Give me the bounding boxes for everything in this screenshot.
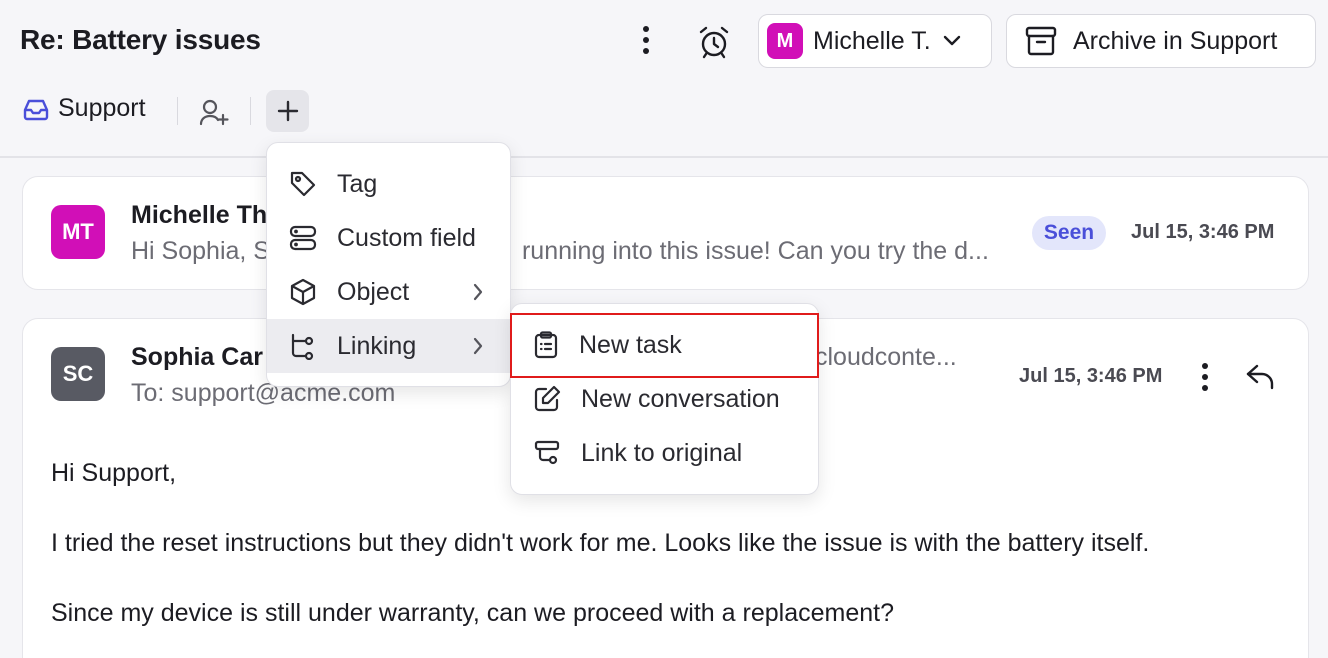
header-divider [0,156,1328,158]
archive-button[interactable]: Archive in Support [1006,14,1316,68]
linking-submenu: New task New conversation Link to origin… [510,303,819,495]
divider [177,97,178,125]
preview-text-end: running into this issue! Can you try the… [521,237,989,265]
menu-item-custom-field[interactable]: Custom field [267,211,510,265]
sender-name: Sophia Car [131,343,263,371]
divider [250,97,251,125]
preview-text-start: Hi Sophia, S [131,237,270,265]
menu-item-label: New conversation [581,384,780,413]
conversation-title: Re: Battery issues [20,24,261,55]
sender-name: Michelle Th [131,201,268,229]
assignee-name: Michelle T. [813,26,931,55]
linking-icon [289,332,317,360]
inbox-label: Support [58,94,146,122]
add-participant-icon[interactable] [196,94,232,130]
menu-item-object[interactable]: Object [267,265,510,319]
sender-email: cloudconte... [814,343,957,371]
archive-icon [1025,26,1057,56]
message-timestamp: Jul 15, 3:46 PM [1019,365,1163,387]
menu-item-label: New task [579,330,682,359]
add-button[interactable] [266,90,309,132]
chevron-right-icon [472,282,484,302]
message-more-icon[interactable] [1193,357,1217,397]
link-original-icon [533,439,561,467]
plus-icon [277,100,299,122]
menu-item-linking[interactable]: Linking [267,319,510,373]
more-options-icon[interactable] [630,22,662,58]
reply-icon[interactable] [1243,359,1279,395]
avatar: MT [51,205,105,259]
menu-item-tag[interactable]: Tag [267,157,510,211]
tag-icon [289,170,317,198]
assignee-dropdown[interactable]: M Michelle T. [758,14,992,68]
menu-item-label: Link to original [581,438,743,467]
menu-item-label: Custom field [337,223,476,252]
menu-item-label: Tag [337,169,378,198]
menu-item-new-task[interactable]: New task [511,318,818,372]
menu-item-new-conversation[interactable]: New conversation [511,372,818,426]
message-card[interactable]: MT Michelle Th Hi Sophia, S running into … [22,176,1309,290]
inbox-icon [22,97,50,121]
avatar: SC [51,347,105,401]
menu-item-label: Object [337,277,410,306]
cube-icon [289,278,317,306]
edit-icon [533,385,561,413]
message-timestamp: Jul 15, 3:46 PM [1131,221,1275,243]
add-menu: Tag Custom field Object Linking [266,142,511,387]
menu-item-link-to-original[interactable]: Link to original [511,426,818,480]
snooze-alarm-icon[interactable] [694,22,734,62]
message-preview: Hi Sophia, S running into this issue! Can… [131,237,1011,266]
chevron-right-icon [472,336,484,356]
archive-label: Archive in Support [1073,26,1278,55]
message-body-line: I tried the reset instructions but they … [51,529,1150,557]
inbox-tag[interactable]: Support [22,94,146,123]
custom-field-icon [289,225,317,251]
clipboard-icon [533,331,559,359]
status-badge: Seen [1032,216,1106,250]
menu-item-label: Linking [337,331,417,360]
message-body-line: Since my device is still under warranty,… [51,599,894,627]
assignee-avatar: M [767,23,803,59]
message-body-line: Hi Support, [51,459,177,487]
chevron-down-icon [943,35,961,47]
